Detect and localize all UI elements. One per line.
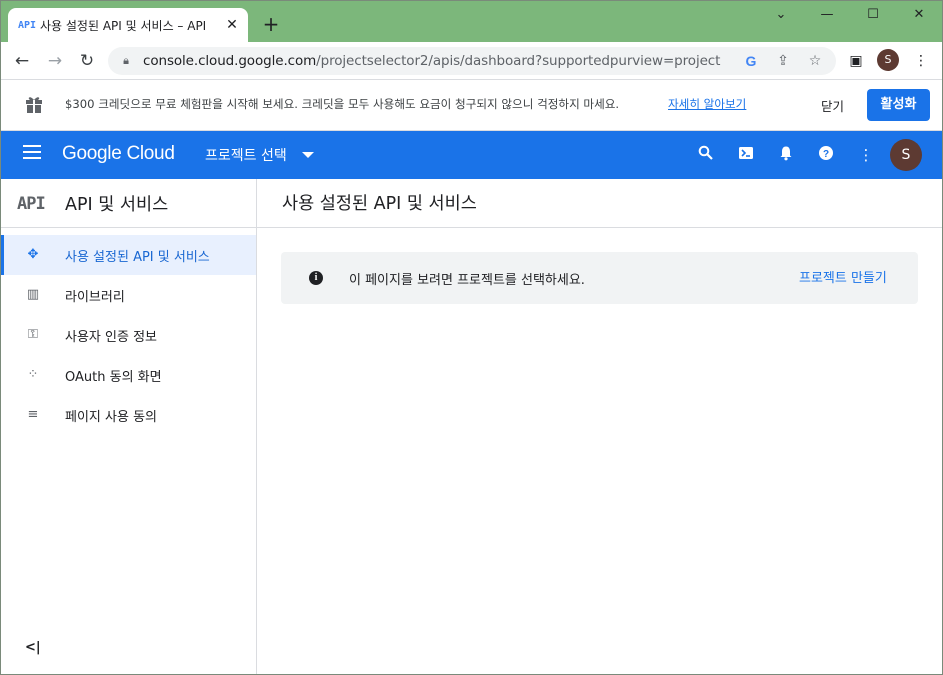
help-icon[interactable]: ? bbox=[816, 145, 836, 165]
sidebar-item-label: OAuth 동의 화면 bbox=[65, 370, 162, 385]
maximize-icon[interactable]: ☐ bbox=[850, 6, 896, 24]
browser-tab[interactable]: API 사용 설정된 API 및 서비스 – API ✕ bbox=[8, 8, 248, 42]
bell-icon[interactable] bbox=[776, 145, 796, 165]
banner-text: $300 크레딧으로 무료 체험판을 시작해 보세요. 크레딧을 모두 사용해도… bbox=[65, 97, 620, 111]
info-icon: i bbox=[309, 271, 323, 285]
library-icon: ▥ bbox=[26, 287, 40, 302]
page-title: 사용 설정된 API 및 서비스 bbox=[282, 194, 477, 214]
key-icon: ⚿ bbox=[28, 327, 38, 342]
account-avatar[interactable]: S bbox=[890, 139, 922, 171]
google-icon[interactable]: G bbox=[742, 52, 760, 70]
activate-button[interactable]: 활성화 bbox=[867, 89, 930, 121]
tab-title: 사용 설정된 API 및 서비스 – API bbox=[40, 18, 207, 33]
sidebar-title: API 및 서비스 bbox=[65, 195, 169, 215]
terminal-icon[interactable] bbox=[736, 145, 756, 165]
share-icon[interactable]: ⇪ bbox=[774, 52, 792, 70]
sidebar-item-label: 페이지 사용 동의 bbox=[65, 410, 157, 425]
close-window-icon[interactable]: ✕ bbox=[896, 6, 942, 24]
browser-toolbar: ← → ↻ 🔒︎ console.cloud.google.com/projec… bbox=[0, 42, 943, 80]
create-project-link[interactable]: 프로젝트 만들기 bbox=[799, 267, 887, 286]
more-vert-icon[interactable]: ⋮ bbox=[911, 51, 931, 71]
sidebar-item-page-usage[interactable]: ≡ 페이지 사용 동의 bbox=[0, 395, 256, 435]
sidebar-item-library[interactable]: ▥ 라이브러리 bbox=[0, 275, 256, 315]
dismiss-button[interactable]: 닫기 bbox=[821, 96, 844, 115]
address-bar[interactable]: 🔒︎ console.cloud.google.com/projectselec… bbox=[108, 47, 836, 75]
sidebar-item-credentials[interactable]: ⚿ 사용자 인증 정보 bbox=[0, 315, 256, 355]
minimize-icon[interactable]: — bbox=[804, 6, 850, 24]
lock-icon[interactable]: 🔒︎ bbox=[118, 53, 134, 69]
browser-profile-avatar[interactable]: S bbox=[877, 49, 899, 71]
select-project-notice: i 이 페이지를 보려면 프로젝트를 선택하세요. 프로젝트 만들기 bbox=[281, 252, 918, 304]
cloud-header: Google Cloud 프로젝트 선택 ? ⋮ bbox=[0, 131, 943, 179]
forward-icon[interactable]: → bbox=[44, 50, 66, 72]
page-usage-icon: ≡ bbox=[27, 407, 39, 422]
tab-search-icon[interactable]: ⌄ bbox=[758, 6, 804, 24]
new-tab-icon[interactable]: + bbox=[262, 14, 280, 34]
oauth-icon: ⁘ bbox=[27, 367, 39, 382]
browser-tab-strip: API 사용 설정된 API 및 서비스 – API ✕ + ⌄ — ☐ ✕ bbox=[0, 0, 943, 42]
sidebar-item-enabled-apis[interactable]: ✥ 사용 설정된 API 및 서비스 bbox=[0, 235, 256, 275]
api-favicon-icon: API bbox=[18, 19, 37, 31]
reload-icon[interactable]: ↻ bbox=[76, 50, 98, 72]
google-cloud-logo[interactable]: Google Cloud bbox=[62, 143, 175, 165]
close-tab-icon[interactable]: ✕ bbox=[224, 17, 240, 33]
collapse-sidebar-icon[interactable]: <| bbox=[25, 640, 41, 655]
back-icon[interactable]: ← bbox=[11, 50, 33, 72]
sidebar: API API 및 서비스 ✥ 사용 설정된 API 및 서비스 ▥ 라이브러리… bbox=[0, 179, 257, 675]
more-vert-icon[interactable]: ⋮ bbox=[856, 145, 876, 165]
divider bbox=[0, 227, 256, 228]
sidebar-item-label: 라이브러리 bbox=[65, 290, 125, 305]
sidebar-item-label: 사용 설정된 API 및 서비스 bbox=[65, 250, 210, 265]
gift-icon bbox=[26, 97, 42, 113]
project-selector[interactable]: 프로젝트 선택 bbox=[205, 145, 287, 165]
search-icon[interactable] bbox=[696, 145, 716, 165]
menu-icon[interactable] bbox=[23, 145, 43, 165]
notice-text: 이 페이지를 보려면 프로젝트를 선택하세요. bbox=[349, 273, 585, 288]
divider bbox=[257, 227, 943, 228]
side-panel-icon[interactable]: ▣ bbox=[846, 51, 866, 71]
free-trial-banner: $300 크레딧으로 무료 체험판을 시작해 보세요. 크레딧을 모두 사용해도… bbox=[0, 80, 943, 131]
api-icon: API bbox=[17, 194, 46, 214]
star-icon[interactable]: ☆ bbox=[806, 52, 824, 70]
chevron-down-icon[interactable] bbox=[302, 152, 314, 158]
sidebar-item-oauth[interactable]: ⁘ OAuth 동의 화면 bbox=[0, 355, 256, 395]
learn-more-link[interactable]: 자세히 알아보기 bbox=[668, 96, 746, 112]
sidebar-item-label: 사용자 인증 정보 bbox=[65, 330, 157, 345]
enabled-apis-icon: ✥ bbox=[27, 247, 39, 262]
svg-text:?: ? bbox=[823, 149, 829, 160]
url-text: console.cloud.google.com/projectselector… bbox=[143, 53, 721, 69]
